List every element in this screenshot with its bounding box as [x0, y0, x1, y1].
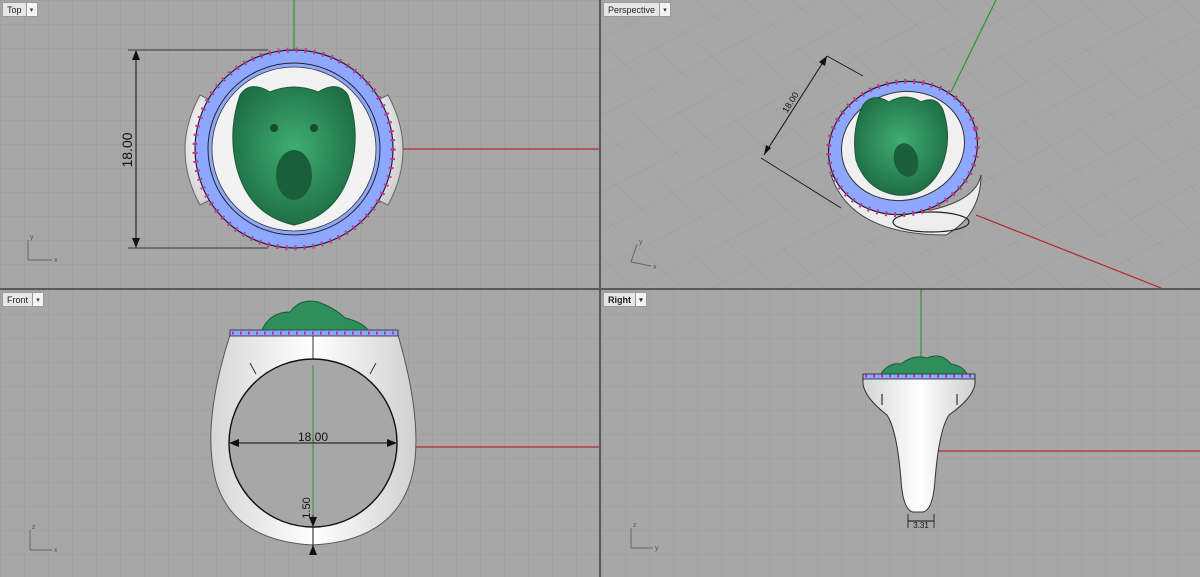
- gizmo-y-label: y: [655, 545, 659, 552]
- viewport-menu-caret-icon[interactable]: ▾: [25, 3, 37, 16]
- gizmo-x-label: x: [54, 257, 58, 264]
- viewport-perspective[interactable]: Perspective ▾ 18.00 x y: [601, 0, 1200, 288]
- stone-row: [862, 373, 976, 380]
- viewport-front-label[interactable]: Front ▾: [2, 292, 45, 307]
- gizmo-y-label: y: [30, 234, 34, 241]
- viewport-right-name: Right: [608, 294, 631, 305]
- gizmo-z-label: z: [32, 524, 36, 531]
- viewport-top-label[interactable]: Top ▾: [2, 2, 38, 17]
- dim-thickness-text: 1.50: [301, 497, 313, 518]
- viewport-right[interactable]: Right ▾ 3.31 y z: [601, 290, 1200, 577]
- viewport-menu-caret-icon[interactable]: ▾: [32, 293, 44, 306]
- gizmo-x-label: x: [653, 264, 657, 271]
- perspective-view-scene: 18.00 x y: [601, 0, 1200, 288]
- top-view-scene: 18.00 x y: [0, 0, 599, 288]
- dim-width-text: 3.31: [913, 521, 929, 530]
- front-view-scene: 18.00 1.50 x z: [0, 290, 599, 577]
- viewport-top[interactable]: Top ▾ 18.00 x y: [0, 0, 599, 288]
- viewport-menu-caret-icon[interactable]: ▾: [635, 293, 646, 306]
- viewport-perspective-label[interactable]: Perspective ▾: [603, 2, 672, 17]
- viewport-front[interactable]: Front ▾ 18.00 1.50 x z: [0, 290, 599, 577]
- dim-inner-text: 18.00: [298, 430, 328, 444]
- bear-mouth: [276, 150, 312, 200]
- viewport-perspective-name: Perspective: [608, 4, 656, 15]
- gizmo-z-label: z: [633, 522, 637, 529]
- viewport-right-label[interactable]: Right ▾: [603, 292, 647, 307]
- viewport-top-name: Top: [7, 4, 22, 15]
- dim-height-text: 18.00: [119, 132, 135, 167]
- viewport-front-name: Front: [7, 294, 29, 305]
- gizmo-x-label: x: [54, 547, 58, 554]
- viewport-menu-caret-icon[interactable]: ▾: [659, 3, 671, 16]
- bear-eye-right: [310, 124, 318, 132]
- bear-eye-left: [270, 124, 278, 132]
- right-view-scene: 3.31 y z: [601, 290, 1200, 577]
- gizmo-y-label: y: [639, 239, 643, 246]
- viewport-grid: Top ▾ 18.00 x y Perspective ▾ 18.00 x y …: [0, 0, 1200, 577]
